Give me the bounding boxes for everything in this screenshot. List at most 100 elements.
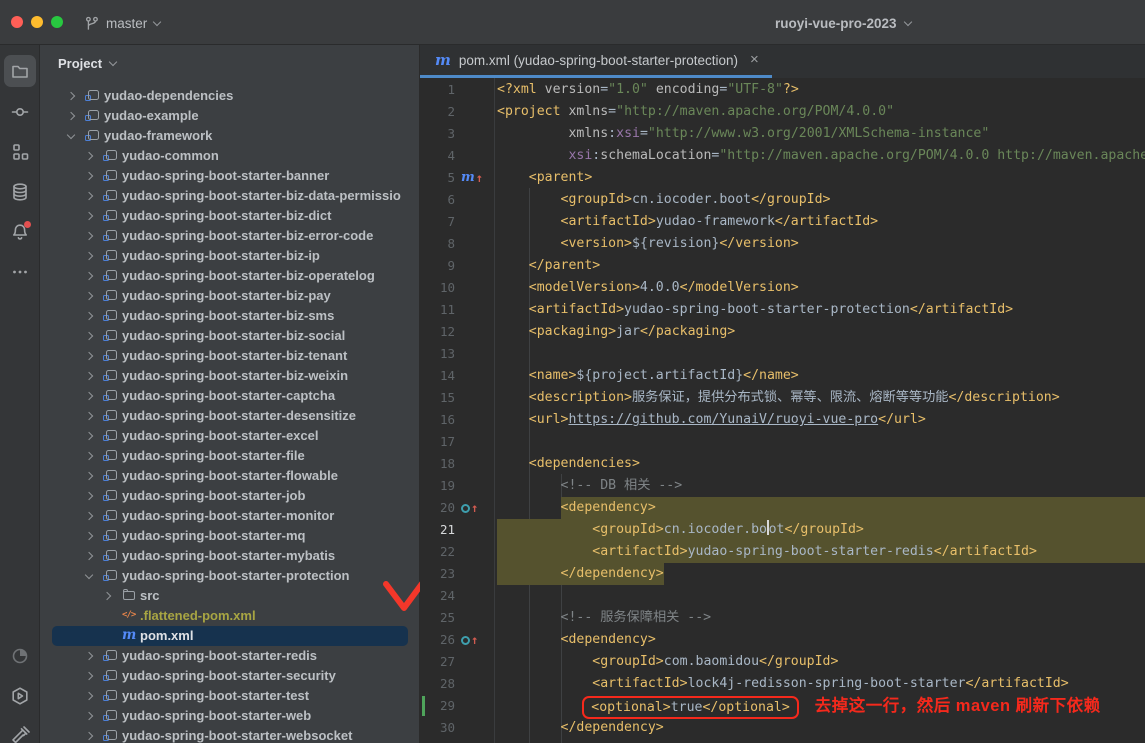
chevron-collapsed-icon[interactable]: [67, 92, 75, 100]
tree-item[interactable]: yudao-spring-boot-starter-biz-dict: [40, 206, 419, 226]
chevron-collapsed-icon[interactable]: [85, 412, 93, 420]
code-line[interactable]: 30 </dependency>: [420, 717, 1145, 739]
tree-item[interactable]: yudao-spring-boot-starter-biz-error-code: [40, 226, 419, 246]
code-line[interactable]: 29 <optional>true</optional> 去掉这一行，然后 ma…: [420, 695, 1145, 717]
tree-item[interactable]: yudao-spring-boot-starter-mybatis: [40, 546, 419, 566]
code-line[interactable]: 15 <description>服务保证，提供分布式锁、幂等、限流、熔断等等功能…: [420, 387, 1145, 409]
tree-item[interactable]: yudao-spring-boot-starter-flowable: [40, 466, 419, 486]
tab-pom-xml[interactable]: m pom.xml (yudao-spring-boot-starter-pro…: [420, 45, 772, 78]
chevron-collapsed-icon[interactable]: [85, 712, 93, 720]
code-line[interactable]: 27 <groupId>com.baomidou</groupId>: [420, 651, 1145, 673]
notifications-bell-icon[interactable]: [4, 216, 36, 248]
code-line[interactable]: 22 <artifactId>yudao-spring-boot-starter…: [420, 541, 1145, 563]
tree-item[interactable]: yudao-spring-boot-starter-protection: [40, 566, 419, 586]
chevron-collapsed-icon[interactable]: [85, 352, 93, 360]
code-line[interactable]: 23 </dependency>: [420, 563, 1145, 585]
tree-item[interactable]: yudao-spring-boot-starter-biz-data-permi…: [40, 186, 419, 206]
services-icon[interactable]: [4, 680, 36, 712]
project-switcher[interactable]: ruoyi-vue-pro-2023: [775, 11, 911, 35]
tree-item[interactable]: mpom.xml: [52, 626, 408, 646]
close-window-button[interactable]: [11, 16, 23, 28]
profiler-icon[interactable]: [4, 640, 36, 672]
chevron-collapsed-icon[interactable]: [85, 192, 93, 200]
code-line[interactable]: 26↑ <dependency>: [420, 629, 1145, 651]
git-branch-widget[interactable]: master: [84, 11, 160, 35]
code-line[interactable]: 11 <artifactId>yudao-spring-boot-starter…: [420, 299, 1145, 321]
minimize-window-button[interactable]: [31, 16, 43, 28]
tree-item[interactable]: yudao-common: [40, 146, 419, 166]
zoom-window-button[interactable]: [51, 16, 63, 28]
code-line[interactable]: 28 <artifactId>lock4j-redisson-spring-bo…: [420, 673, 1145, 695]
tree-item[interactable]: yudao-spring-boot-starter-file: [40, 446, 419, 466]
code-line[interactable]: 2<project xmlns="http://maven.apache.org…: [420, 101, 1145, 123]
code-line[interactable]: 3 xmlns:xsi="http://www.w3.org/2001/XMLS…: [420, 123, 1145, 145]
chevron-collapsed-icon[interactable]: [85, 312, 93, 320]
tree-item[interactable]: yudao-spring-boot-starter-monitor: [40, 506, 419, 526]
chevron-collapsed-icon[interactable]: [85, 372, 93, 380]
tree-item[interactable]: yudao-spring-boot-starter-job: [40, 486, 419, 506]
chevron-collapsed-icon[interactable]: [85, 432, 93, 440]
code-line[interactable]: 24: [420, 585, 1145, 607]
tree-item[interactable]: yudao-spring-boot-starter-biz-ip: [40, 246, 419, 266]
tree-item[interactable]: yudao-spring-boot-starter-mq: [40, 526, 419, 546]
chevron-collapsed-icon[interactable]: [85, 172, 93, 180]
project-tool-icon[interactable]: [4, 55, 36, 87]
tree-item[interactable]: yudao-spring-boot-starter-biz-operatelog: [40, 266, 419, 286]
tree-item[interactable]: yudao-spring-boot-starter-captcha: [40, 386, 419, 406]
tree-item[interactable]: yudao-spring-boot-starter-biz-social: [40, 326, 419, 346]
tree-item[interactable]: yudao-spring-boot-starter-websocket: [40, 726, 419, 743]
dependency-gutter-icon[interactable]: ↑: [461, 499, 478, 517]
tree-item[interactable]: yudao-framework: [40, 126, 419, 146]
build-hammer-icon[interactable]: [4, 720, 36, 743]
chevron-collapsed-icon[interactable]: [85, 292, 93, 300]
code-line[interactable]: 4 xsi:schemaLocation="http://maven.apach…: [420, 145, 1145, 167]
chevron-expanded-icon[interactable]: [85, 571, 93, 579]
commit-tool-icon[interactable]: [4, 96, 36, 128]
code-line[interactable]: 8 <version>${revision}</version>: [420, 233, 1145, 255]
code-line[interactable]: 1<?xml version="1.0" encoding="UTF-8"?>: [420, 79, 1145, 101]
code-line[interactable]: 14 <name>${project.artifactId}</name>: [420, 365, 1145, 387]
chevron-collapsed-icon[interactable]: [85, 332, 93, 340]
tree-item[interactable]: yudao-spring-boot-starter-banner: [40, 166, 419, 186]
chevron-collapsed-icon[interactable]: [85, 532, 93, 540]
chevron-collapsed-icon[interactable]: [85, 732, 93, 740]
code-line[interactable]: 25 <!-- 服务保障相关 -->: [420, 607, 1145, 629]
chevron-collapsed-icon[interactable]: [85, 452, 93, 460]
code-line[interactable]: 10 <modelVersion>4.0.0</modelVersion>: [420, 277, 1145, 299]
chevron-expanded-icon[interactable]: [67, 131, 75, 139]
code-line[interactable]: 9 </parent>: [420, 255, 1145, 277]
code-line[interactable]: 7 <artifactId>yudao-framework</artifactI…: [420, 211, 1145, 233]
tree-item[interactable]: yudao-dependencies: [40, 86, 419, 106]
chevron-collapsed-icon[interactable]: [85, 152, 93, 160]
chevron-collapsed-icon[interactable]: [85, 232, 93, 240]
tree-item[interactable]: yudao-spring-boot-starter-biz-tenant: [40, 346, 419, 366]
chevron-collapsed-icon[interactable]: [85, 692, 93, 700]
chevron-collapsed-icon[interactable]: [67, 112, 75, 120]
code-editor-area[interactable]: 1<?xml version="1.0" encoding="UTF-8"?>2…: [420, 78, 1145, 743]
more-tools-icon[interactable]: [4, 256, 36, 288]
chevron-collapsed-icon[interactable]: [85, 472, 93, 480]
tree-item[interactable]: yudao-spring-boot-starter-web: [40, 706, 419, 726]
tree-item[interactable]: yudao-spring-boot-starter-security: [40, 666, 419, 686]
chevron-collapsed-icon[interactable]: [85, 272, 93, 280]
tree-item[interactable]: yudao-spring-boot-starter-biz-sms: [40, 306, 419, 326]
tree-item[interactable]: yudao-spring-boot-starter-test: [40, 686, 419, 706]
tree-item[interactable]: src: [40, 586, 419, 606]
code-line[interactable]: 21 <groupId>cn.iocoder.boot</groupId>: [420, 519, 1145, 541]
code-line[interactable]: 16 <url>https://github.com/YunaiV/ruoyi-…: [420, 409, 1145, 431]
chevron-collapsed-icon[interactable]: [85, 552, 93, 560]
tree-item[interactable]: </>.flattened-pom.xml: [40, 606, 419, 626]
code-line[interactable]: 19 <!-- DB 相关 -->: [420, 475, 1145, 497]
code-line[interactable]: 20↑ <dependency>: [420, 497, 1145, 519]
tree-item[interactable]: yudao-spring-boot-starter-redis: [40, 646, 419, 666]
chevron-collapsed-icon[interactable]: [103, 592, 111, 600]
code-line[interactable]: 18 <dependencies>: [420, 453, 1145, 475]
chevron-collapsed-icon[interactable]: [85, 392, 93, 400]
chevron-collapsed-icon[interactable]: [85, 672, 93, 680]
structure-tool-icon[interactable]: [4, 136, 36, 168]
database-tool-icon[interactable]: [4, 176, 36, 208]
chevron-collapsed-icon[interactable]: [85, 492, 93, 500]
dependency-gutter-icon[interactable]: ↑: [461, 631, 478, 649]
tree-item[interactable]: yudao-spring-boot-starter-biz-pay: [40, 286, 419, 306]
tree-item[interactable]: yudao-spring-boot-starter-desensitize: [40, 406, 419, 426]
